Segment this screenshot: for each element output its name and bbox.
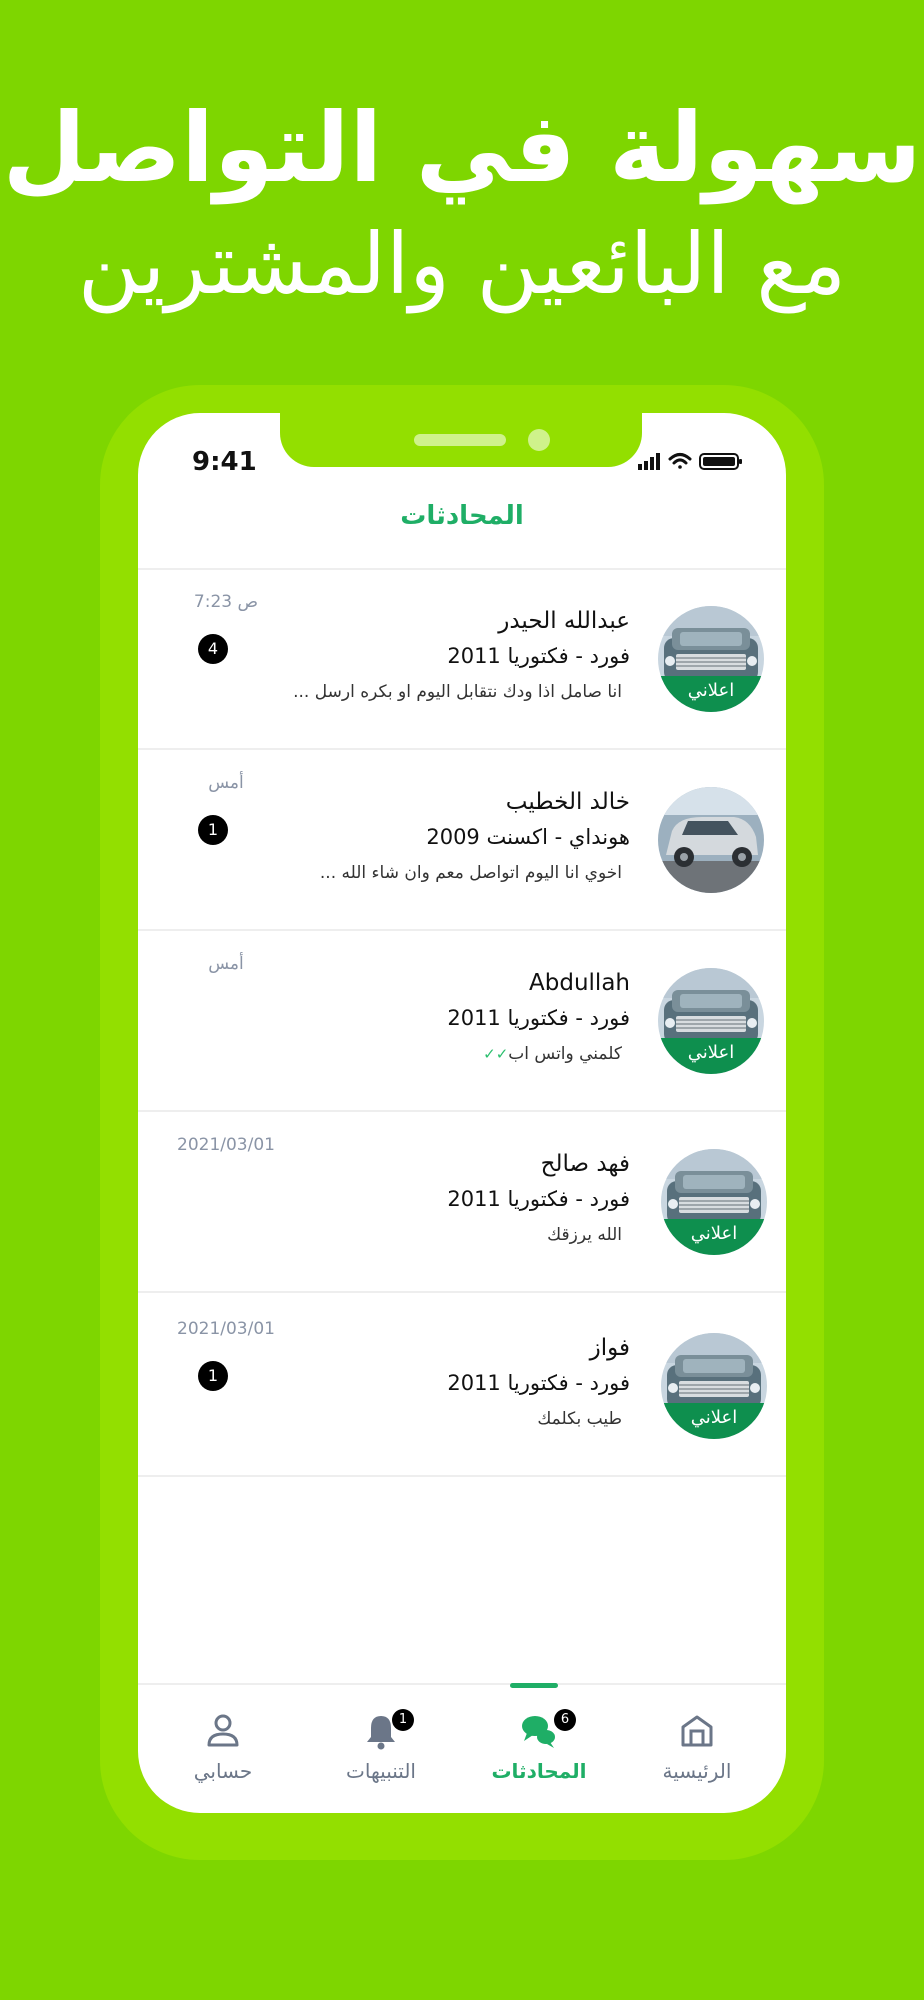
conversation-last-message: طيب بكلمك — [262, 1409, 622, 1429]
row-divider — [138, 1475, 786, 1477]
conversation-avatar: اعلاني — [661, 1333, 767, 1439]
unread-count-badge: 1 — [198, 1361, 228, 1391]
chat-icon — [522, 1716, 555, 1748]
conversation-car: فورد - فكتوريا 2011 — [447, 644, 630, 668]
conversation-time: أمس — [208, 773, 244, 793]
conversation-time: أمس — [208, 954, 244, 974]
conversation-avatar — [658, 787, 764, 893]
tab-account[interactable]: حسابي — [158, 1683, 288, 1813]
tab-notifications[interactable]: 1 التنبيهات — [316, 1683, 446, 1813]
camera — [528, 429, 550, 451]
unread-count-badge: 4 — [198, 634, 228, 664]
chats-badge: 6 — [554, 1709, 576, 1731]
row-divider — [138, 1110, 786, 1112]
notifications-badge: 1 — [392, 1709, 414, 1731]
conversation-last-message: كلمني واتس اب✓✓ — [262, 1044, 622, 1064]
phone-notch — [280, 413, 642, 467]
ad-tag: اعلاني — [661, 1219, 767, 1255]
conversation-name: فواز — [589, 1335, 630, 1361]
speaker — [414, 434, 506, 446]
headline-line-1: سهولة في التواصل — [2, 92, 922, 204]
bottom-tab-bar: حسابي 1 التنبيهات 6 المحادثات الرئيسية — [138, 1683, 786, 1813]
row-divider — [138, 929, 786, 931]
conversation-row[interactable]: اعلاني Abdullah فورد - فكتوريا 2011 كلمني و… — [138, 932, 786, 1112]
row-divider — [138, 748, 786, 750]
tab-account-label: حسابي — [193, 1759, 253, 1783]
conversation-last-message: الله يرزقك — [262, 1225, 622, 1245]
message-text: انا صامل اذا ودك نتقابل اليوم او بكره ار… — [293, 682, 622, 702]
tab-home-label: الرئيسية — [662, 1759, 732, 1783]
conversation-name: عبدالله الحيدر — [498, 608, 630, 634]
message-text: اخوي انا اليوم اتواصل معم وان شاء الله .… — [319, 863, 622, 883]
conversation-car: هونداي - اكسنت 2009 — [426, 825, 630, 849]
conversation-avatar: اعلاني — [658, 606, 764, 712]
conversation-avatar: اعلاني — [661, 1149, 767, 1255]
phone-screen: 9:41 المحادثات اعلاني عبدالله الحيدر فور… — [138, 413, 786, 1813]
conversation-car: فورد - فكتوريا 2011 — [447, 1187, 630, 1211]
headline: سهولة في التواصل مع البائعين والمشترين — [0, 90, 924, 322]
active-tab-indicator — [510, 1683, 558, 1688]
tab-notifications-label: التنبيهات — [346, 1759, 416, 1783]
user-icon — [207, 1714, 239, 1747]
battery-icon — [699, 453, 742, 470]
signal-icon — [638, 453, 660, 470]
conversation-name: خالد الخطيب — [505, 789, 630, 815]
home-icon — [681, 1715, 713, 1747]
message-text: طيب بكلمك — [537, 1409, 622, 1429]
message-text: الله يرزقك — [547, 1225, 622, 1245]
ad-tag: اعلاني — [658, 1038, 764, 1074]
ad-tag: اعلاني — [661, 1403, 767, 1439]
conversation-last-message: انا صامل اذا ودك نتقابل اليوم او بكره ار… — [262, 682, 622, 702]
conversation-name: Abdullah — [529, 970, 630, 996]
status-time: 9:41 — [192, 447, 257, 477]
headline-line-2: مع البائعين والمشترين — [77, 215, 847, 313]
unread-count-badge: 1 — [198, 815, 228, 845]
conversation-row[interactable]: خالد الخطيب هونداي - اكسنت 2009 اخوي انا ا… — [138, 751, 786, 931]
conversation-avatar: اعلاني — [658, 968, 764, 1074]
conversation-row[interactable]: اعلاني فواز فورد - فكتوريا 2011 طيب بكلمك 20… — [138, 1297, 786, 1477]
conversation-time: 2021/03/01 — [177, 1135, 275, 1155]
row-divider — [138, 1291, 786, 1293]
conversation-car: فورد - فكتوريا 2011 — [447, 1006, 630, 1030]
screen-title: المحادثات — [400, 501, 524, 531]
message-text: كلمني واتس اب — [508, 1044, 622, 1064]
wifi-icon — [668, 453, 692, 469]
read-check-icon: ✓✓ — [483, 1045, 509, 1063]
conversation-car: فورد - فكتوريا 2011 — [447, 1371, 630, 1395]
tab-home[interactable]: الرئيسية — [632, 1683, 762, 1813]
conversation-row[interactable]: اعلاني عبدالله الحيدر فورد - فكتوريا 2011 ا… — [138, 570, 786, 750]
conversation-time: 2021/03/01 — [177, 1319, 275, 1339]
conversation-last-message: اخوي انا اليوم اتواصل معم وان شاء الله .… — [262, 863, 622, 883]
conversation-row[interactable]: اعلاني فهد صالح فورد - فكتوريا 2011 الله ير… — [138, 1113, 786, 1293]
tab-chats[interactable]: 6 المحادثات — [474, 1683, 604, 1813]
conversation-time: 7:23 ص — [193, 592, 259, 612]
ad-tag: اعلاني — [658, 676, 764, 712]
status-icons — [638, 451, 748, 471]
conversation-name: فهد صالح — [540, 1151, 630, 1177]
tab-chats-label: المحادثات — [491, 1759, 587, 1783]
